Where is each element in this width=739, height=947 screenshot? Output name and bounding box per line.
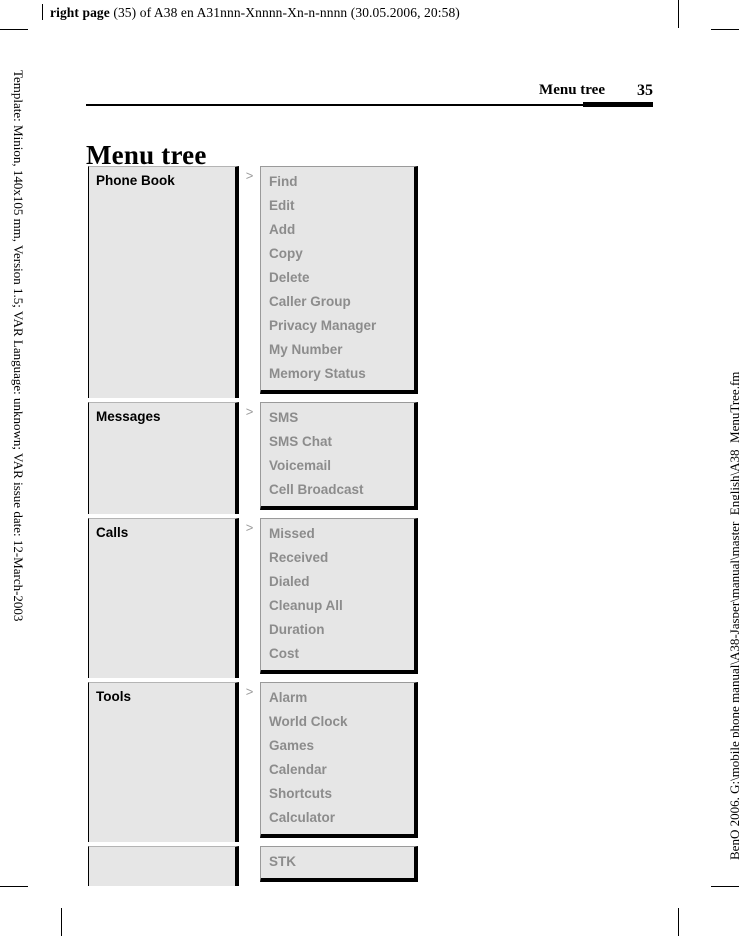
menu-tree-parent-label: Phone Book [96, 173, 175, 188]
left-margin-template-note: Template: Minion, 140x105 mm, Version 1.… [11, 70, 26, 622]
menu-tree-child-item: Alarm [269, 690, 308, 705]
menu-tree-child-box: Find Edit Add Copy Delete Caller Group Privacy… [260, 166, 418, 394]
menu-tree-arrow-icon: > [245, 168, 254, 183]
menu-tree-child-item: Delete [269, 270, 310, 285]
menu-tree-child-box: STK [260, 846, 418, 882]
menu-tree-child-item: World Clock [269, 714, 348, 729]
menu-tree-child-item: Missed [269, 526, 315, 541]
menu-tree-arrow-icon: > [245, 520, 254, 535]
slug-rest: (35) of A38 en A31nnn-Xnnnn-Xn-n-nnnn (3… [109, 5, 460, 20]
menu-tree-child-box: Missed Received Dialed Cleanup All Duration C… [260, 518, 418, 674]
menu-tree-parent-cell: Phone Book [88, 166, 239, 398]
crop-mark-bottom-right [678, 908, 679, 936]
menu-tree-parent-label: Tools [96, 689, 131, 704]
header-rule-thin [86, 104, 653, 106]
menu-tree-child-item: Cleanup All [269, 598, 343, 613]
menu-tree-child-item: Shortcuts [269, 786, 333, 801]
crop-mark-top-right [678, 0, 679, 28]
crop-mark-left-bottom [0, 886, 28, 887]
slug-bold-prefix: right page [50, 5, 110, 20]
menu-tree-group: Calls > Missed Received Dialed Cleanup All Dur… [88, 518, 418, 678]
menu-tree-parent-cell [88, 846, 239, 886]
menu-tree-parent-cell: Calls [88, 518, 239, 678]
menu-tree-group: Phone Book > Find Edit Add Copy Delete Caller G… [88, 166, 418, 398]
menu-tree-arrow-icon: > [245, 684, 254, 699]
menu-tree-child-item: Dialed [269, 574, 310, 589]
header-section-title: Menu tree [539, 82, 605, 98]
crop-mark-right-bottom [711, 886, 739, 887]
printer-slug-line: right page (35) of A38 en A31nnn-Xnnnn-X… [50, 5, 460, 21]
menu-tree-child-item: Received [269, 550, 329, 565]
menu-tree-child-item: Find [269, 174, 298, 189]
menu-tree-child-item: Calculator [269, 810, 336, 825]
menu-tree-child-box: Alarm World Clock Games Calendar Shortcuts Ca… [260, 682, 418, 838]
menu-tree-child-item: Memory Status [269, 366, 366, 381]
menu-tree-parent-label [89, 847, 235, 852]
menu-tree-child-item: Games [269, 738, 315, 753]
menu-tree-arrow-icon [239, 846, 260, 849]
menu-tree-child-item: Cell Broadcast [269, 482, 364, 497]
menu-tree-group: Messages > SMS SMS Chat Voicemail Cell Broadc… [88, 402, 418, 514]
slug-rule [42, 4, 43, 20]
menu-tree-group: STK [88, 846, 418, 886]
menu-tree-child-item: SMS [269, 410, 299, 425]
menu-tree-parent-cell: Tools [88, 682, 239, 842]
menu-tree-group: Tools > Alarm World Clock Games Calendar Short… [88, 682, 418, 842]
menu-tree-child-item: My Number [269, 342, 343, 357]
menu-tree-child-item: SMS Chat [269, 434, 333, 449]
menu-tree-arrow-icon: > [245, 404, 254, 419]
menu-tree-child-item: Duration [269, 622, 325, 637]
menu-tree-child-item: Copy [269, 246, 303, 261]
menu-tree-child-item: Add [269, 222, 296, 237]
menu-tree-child-item: Caller Group [269, 294, 351, 309]
menu-tree-child-item: Voicemail [269, 458, 332, 473]
header-page-number: 35 [637, 82, 653, 99]
menu-tree-child-item: Edit [269, 198, 295, 213]
menu-tree-parent-cell: Messages [88, 402, 239, 514]
right-margin-source-path-note: BenQ 2006, G:\mobile phone manual\A38-Ja… [727, 371, 739, 860]
menu-tree-diagram: Phone Book > Find Edit Add Copy Delete Caller G… [88, 166, 418, 886]
menu-tree-child-item: Calendar [269, 762, 327, 777]
menu-tree-child-item: Cost [269, 646, 299, 661]
crop-mark-right-top [711, 29, 739, 30]
menu-tree-child-item: Privacy Manager [269, 318, 377, 333]
header-rule-thick [583, 102, 653, 107]
menu-tree-child-item: STK [269, 854, 296, 869]
page-running-header: Menu tree 35 [86, 82, 653, 108]
menu-tree-parent-label: Messages [96, 409, 161, 424]
menu-tree-parent-label: Calls [96, 525, 129, 540]
crop-mark-left-top [0, 29, 28, 30]
menu-tree-child-box: SMS SMS Chat Voicemail Cell Broadcast [260, 402, 418, 510]
crop-mark-bottom-left [61, 908, 62, 936]
